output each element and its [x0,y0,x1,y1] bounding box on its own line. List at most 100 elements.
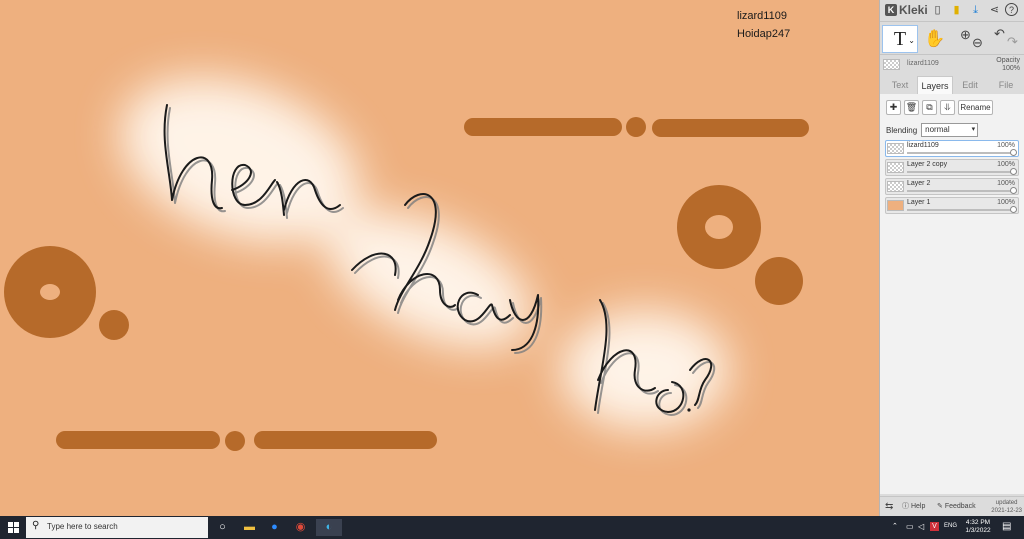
kleki-logo[interactable]: K Kleki [885,3,928,17]
circle-right-small [755,257,803,305]
ring-right [677,185,761,269]
feedback-link[interactable]: ✎ Feedback [937,500,976,514]
clock-time: 4:32 PM [965,519,991,526]
drawing-canvas[interactable]: lizard1109 Hoidap247 [0,0,879,516]
merge-down-icon[interactable]: ⥥ [940,100,955,115]
text-tool-label: T [893,28,907,50]
layer-item[interactable]: lizard1109 100% [885,140,1019,157]
layer-name: Layer 2 copy [907,161,948,168]
chrome-icon[interactable]: ◉ [292,519,309,536]
dash-bottom-right [254,431,437,449]
redo-icon[interactable]: ↷ [1007,34,1018,50]
tab-file[interactable]: File [990,76,1022,94]
updated-info: updated 2021-12-23 [991,499,1022,515]
clock-date: 1/3/2022 [965,527,991,534]
slider-knob[interactable] [1010,187,1017,194]
task-view-icon[interactable]: ○ [214,519,231,536]
updated-label: updated [995,500,1018,506]
dash-top-right [652,119,809,137]
layer-item[interactable]: Layer 1 100% [885,197,1019,214]
layer-thumbnail [887,200,904,211]
slider-knob[interactable] [1010,149,1017,156]
panel-footer: ⇆ ⓘ Help ✎ Feedback updated 2021-12-23 [880,496,1024,516]
layer-item[interactable]: Layer 2 copy 100% [885,159,1019,176]
side-panel: K Kleki ▯ ▮ ⤓ ⋖ ? T ⌄ ✋ ⊕ ⊖ ↶ ↷ lizard11… [879,0,1024,516]
text-tool-button[interactable]: T ⌄ [882,25,918,53]
layer-actions: ✚ 🗑 ⧉ ⥥ Rename [886,100,993,116]
dot-bottom [225,431,245,451]
current-layer-name: lizard1109 [907,60,939,67]
canvas-artwork [4,77,809,451]
layer-thumbnail [883,59,900,70]
volume-icon[interactable]: ◁ [918,522,924,539]
duplicate-icon[interactable]: ⧉ [922,100,937,115]
watermark-line2: Hoidap247 [737,28,791,40]
watermark-line1: lizard1109 [737,10,787,22]
blending-select[interactable]: normal ▾ [921,123,979,137]
download-icon[interactable]: ⤓ [968,3,983,18]
edge-icon[interactable]: ◐ [316,519,342,536]
kleki-logo-icon: K [885,4,897,16]
swap-sides-icon[interactable]: ⇆ [885,500,893,514]
windows-start-icon[interactable] [0,516,26,539]
unikey-icon[interactable]: V [930,522,939,531]
layer-name: lizard1109 [907,142,939,149]
opacity-readout: Opacity 100% [996,57,1020,73]
tab-layers[interactable]: Layers [917,76,953,94]
new-file-icon[interactable]: ▯ [930,3,945,18]
share-icon[interactable]: ⋖ [987,3,1002,18]
layer-opacity: 100% [997,199,1015,206]
opacity-label: Opacity [996,57,1020,64]
tab-edit[interactable]: Edit [954,76,986,94]
save-icon[interactable]: ▮ [949,3,964,18]
layer-name: Layer 2 [907,180,931,187]
opacity-value: 100% [1002,65,1020,72]
layer-thumbnail [887,181,904,192]
help-circle-icon: ⓘ [902,503,909,510]
system-clock[interactable]: 4:32 PM 1/3/2022 [960,519,996,535]
layer-opacity: 100% [997,142,1015,149]
layer-opacity-slider[interactable] [907,168,1017,175]
rename-button[interactable]: Rename [958,100,993,115]
circle-left-small [99,310,129,340]
undo-icon[interactable]: ↶ [994,26,1005,42]
search-icon: ⚲ [32,520,40,531]
slider-knob[interactable] [1010,168,1017,175]
layers-tab-content: ✚ 🗑 ⧉ ⥥ Rename Blending normal ▾ lizard1… [880,94,1024,494]
file-explorer-icon[interactable]: ▬ [241,519,258,536]
layer-opacity-slider[interactable] [907,206,1017,213]
help-link[interactable]: ⓘ Help [902,500,925,514]
logo-text: Kleki [899,3,928,17]
help-icon[interactable]: ? [1005,3,1018,16]
zoom-in-icon[interactable]: ⊕ [960,27,971,43]
tab-text[interactable]: Text [884,76,916,94]
add-layer-icon[interactable]: ✚ [886,100,901,115]
notification-icon[interactable]: ▤ [1002,521,1011,539]
updated-date: 2021-12-23 [991,508,1022,514]
chevron-down-icon[interactable]: ⌄ [908,28,915,54]
blending-value: normal [925,125,950,134]
network-icon[interactable]: ▭ [906,522,914,539]
ring-left [4,246,96,338]
layer-name: Layer 1 [907,199,931,206]
dot-top [626,117,646,137]
layer-item[interactable]: Layer 2 100% [885,178,1019,195]
hand-icon[interactable]: ✋ [924,28,945,50]
slider-knob[interactable] [1010,206,1017,213]
blending-control: Blending normal ▾ [886,123,979,137]
taskbar: ⚲ Type here to search ○ ▬ ● ◉ ◐ ⌃ ▭ ◁ V … [0,516,1024,539]
layer-list: lizard1109 100% Layer 2 copy 100% Layer … [885,140,1019,216]
dash-top-left [464,118,622,136]
trash-icon[interactable]: 🗑 [904,100,919,115]
chevron-up-icon[interactable]: ⌃ [892,522,898,539]
feedback-icon: ✎ [937,503,943,510]
taskbar-search-input[interactable]: ⚲ Type here to search [26,517,208,538]
language-indicator[interactable]: ENG [944,523,957,539]
chevron-down-icon: ▾ [971,126,976,133]
layer-opacity: 100% [997,161,1015,168]
zoom-app-icon[interactable]: ● [266,519,283,536]
zoom-out-icon[interactable]: ⊖ [972,35,983,51]
layer-opacity-slider[interactable] [907,187,1017,194]
layer-opacity-slider[interactable] [907,149,1017,156]
help-label: Help [910,503,926,510]
